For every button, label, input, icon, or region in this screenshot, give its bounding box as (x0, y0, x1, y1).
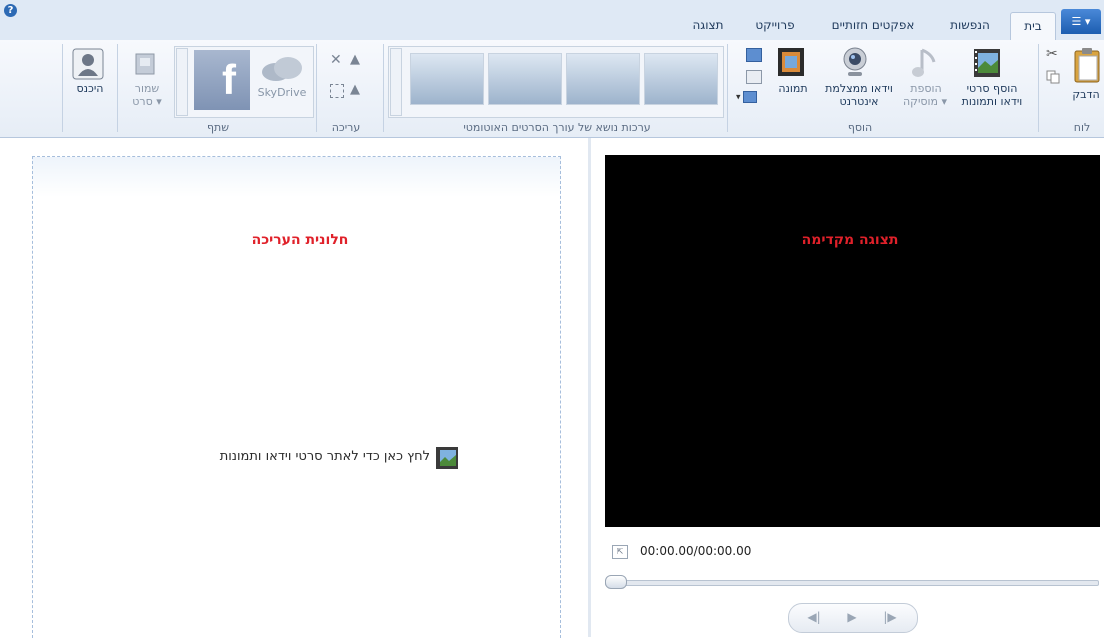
webcam-label-line2: אינטרנט (839, 95, 879, 108)
seek-bar[interactable] (605, 580, 1099, 586)
previous-frame-icon[interactable]: ◀| (800, 606, 828, 628)
theme-contemporary[interactable] (644, 53, 718, 105)
tab-animations[interactable]: הנפשות (940, 12, 1000, 39)
webcam-video-button[interactable] (840, 46, 874, 86)
remove-icon[interactable]: ✕ (330, 52, 342, 68)
clipboard-icon (1074, 48, 1100, 83)
add-videos-button[interactable] (970, 46, 1010, 86)
facebook-button[interactable]: f (194, 50, 250, 110)
browse-prompt-text: לחץ כאן כדי לאתר סרטי וידאו ותמונות (219, 449, 430, 464)
save-movie-label-line1: שמור (134, 82, 160, 95)
tab-project[interactable]: פרוייקט (742, 12, 808, 39)
credits-dropdown[interactable]: ▾ (736, 91, 762, 105)
storyboard-area[interactable] (32, 156, 561, 638)
tab-home[interactable]: בית (1010, 12, 1056, 41)
user-icon (72, 48, 104, 80)
credits-icon (742, 91, 757, 103)
app-menu-button[interactable]: ☰ ▾ (1061, 9, 1101, 34)
timecode: 00:00.00/00:00.00 (640, 544, 752, 558)
film-strip-icon (778, 48, 804, 76)
app-menu-arrow: ▾ (1084, 15, 1091, 28)
save-movie-label-line2: סרט ▾ (132, 95, 162, 108)
editing-pane-label: חלונית העריכה (251, 232, 349, 248)
tab-view[interactable]: תצוגה (680, 12, 736, 39)
preview-label: תצוגה מקדימה (801, 232, 899, 248)
skydrive-button[interactable]: SkyDrive (254, 50, 310, 110)
snapshot-button[interactable] (776, 46, 810, 80)
cut-icon[interactable]: ✂ (1046, 46, 1062, 62)
tab-visual-effects[interactable]: אפקטים חזותיים (818, 12, 928, 39)
music-note-icon (912, 48, 936, 77)
snapshot-label: תמונה (778, 82, 808, 95)
caption-icon[interactable] (746, 70, 762, 84)
preview-monitor (605, 155, 1100, 527)
add-group-label: הוסף (847, 121, 873, 134)
help-icon[interactable]: ? (4, 4, 17, 17)
film-photo-icon (974, 49, 1000, 77)
paste-button[interactable] (1072, 46, 1104, 86)
group-divider (316, 44, 317, 132)
editing-group-label: עריכה (331, 121, 361, 134)
webcam-icon (843, 47, 867, 76)
rotate-left-icon[interactable]: ▲ (350, 52, 360, 67)
paste-label: הדבק (1072, 88, 1100, 101)
group-divider (727, 44, 728, 132)
copy-icon[interactable] (1046, 70, 1060, 84)
film-photo-icon (436, 447, 458, 469)
group-divider (383, 44, 384, 132)
add-music-label-line2: מוסיקה ▾ (902, 95, 948, 108)
rotate-right-icon[interactable]: ▲ (350, 82, 360, 97)
theme-fade[interactable] (488, 53, 562, 105)
group-divider (1038, 44, 1039, 132)
next-frame-icon[interactable]: |▶ (876, 606, 904, 628)
sign-in-label: היכנס (76, 82, 104, 95)
cloud-icon (262, 57, 302, 81)
pane-splitter[interactable] (588, 138, 591, 637)
fullscreen-icon[interactable]: ⇱ (612, 545, 628, 559)
group-divider (62, 44, 63, 132)
add-videos-label-line1: הוסף סרטי (966, 82, 1018, 95)
seek-thumb[interactable] (605, 575, 627, 589)
theme-gallery-scrollbar[interactable] (390, 48, 402, 116)
add-music-label-line1: הוספת (910, 82, 942, 95)
webcam-label-line1: וידאו ממצלמת (825, 82, 893, 95)
sign-in-button[interactable] (72, 48, 106, 82)
theme-cinematic[interactable] (566, 53, 640, 105)
group-divider (117, 44, 118, 132)
skydrive-label: SkyDrive (257, 86, 307, 99)
ribbon-tab-bar (0, 0, 1104, 41)
add-music-button[interactable] (910, 46, 944, 86)
theme-pan-zoom[interactable] (410, 53, 484, 105)
share-gallery-scrollbar[interactable] (176, 48, 188, 116)
clipboard-group-label: לוח (1073, 121, 1091, 134)
add-videos-label-line2: וידאו ותמונות (961, 95, 1023, 108)
themes-group-label: ערכות נושא של עורך הסרטים האוטומטי (463, 121, 651, 134)
select-all-icon[interactable] (330, 84, 344, 98)
play-icon[interactable]: ▶ (838, 606, 866, 628)
browse-media-link[interactable]: לחץ כאן כדי לאתר סרטי וידאו ותמונות (130, 445, 470, 471)
share-group-label: שתף (206, 121, 230, 134)
save-movie-icon[interactable] (132, 50, 164, 80)
facebook-icon: f (222, 56, 236, 103)
title-icon[interactable] (746, 48, 762, 62)
